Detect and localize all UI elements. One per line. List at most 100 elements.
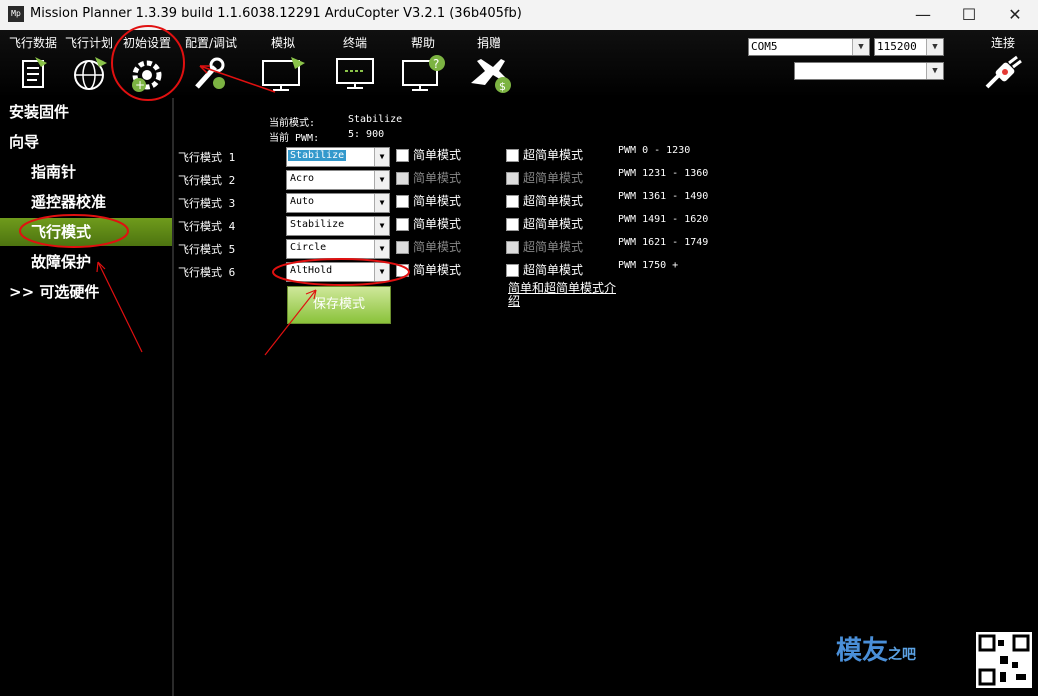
watermark-main-text: 模友	[836, 636, 889, 666]
mode-2-super-simple-label: 超简单模式	[523, 171, 584, 185]
setup-sidebar: 安装固件 向导 指南针 遥控器校准 飞行模式 故障保护 >> 可选硬件	[0, 98, 172, 696]
mode-4-pwm: PWM 1491 - 1620	[618, 214, 709, 225]
mode-1-value: Stabilize	[288, 150, 347, 161]
baud-select[interactable]: 115200 ▼	[874, 38, 944, 56]
port-value: COM5	[751, 40, 778, 53]
mode-1-simple-label: 简单模式	[413, 148, 462, 162]
mode-1-select[interactable]: Stabilize ▼	[286, 147, 390, 167]
mode-6-select[interactable]: AltHold ▼	[286, 262, 390, 282]
sidebar-item-install-firmware[interactable]: 安装固件	[0, 98, 172, 126]
mode-5-simple-label: 简单模式	[413, 240, 462, 254]
mode-6-simple-label: 简单模式	[413, 263, 462, 277]
current-pwm-value: 5: 900	[348, 129, 385, 140]
mode-3-select[interactable]: Auto ▼	[286, 193, 390, 213]
mode-5-super-simple-label: 超简单模式	[523, 240, 584, 254]
port-select[interactable]: COM5 ▼	[748, 38, 870, 56]
mode-6-super-simple-checkbox[interactable]	[506, 264, 519, 277]
connect-label: 连接	[990, 36, 1015, 50]
chevron-down-icon: ▼	[374, 217, 389, 235]
svg-text:$: $	[499, 80, 506, 93]
mode-4-simple-checkbox[interactable]	[396, 218, 409, 231]
mode-5-select[interactable]: Circle ▼	[286, 239, 390, 259]
mode-3-super-simple-checkbox[interactable]	[506, 195, 519, 208]
mode-3-pwm: PWM 1361 - 1490	[618, 191, 709, 202]
svg-text:+: +	[135, 78, 145, 92]
toolbar-flight-plan[interactable]: 飞行计划	[56, 30, 122, 98]
mode-6-super-simple-label: 超简单模式	[523, 263, 584, 277]
mode-4-super-simple-label: 超简单模式	[523, 217, 584, 231]
toolbar-simulation[interactable]: 模拟	[250, 30, 316, 98]
save-modes-button[interactable]: 保存模式	[287, 286, 391, 324]
maximize-button[interactable]: ☐	[946, 0, 992, 30]
mode-2-super-simple-checkbox[interactable]	[506, 172, 519, 185]
title-bar: Mp Mission Planner 1.3.39 build 1.1.6038…	[0, 0, 1038, 30]
mode-4-label: 飞行模式 4	[178, 220, 236, 233]
toolbar-help[interactable]: 帮助 ?	[390, 30, 456, 98]
mode-1-label: 飞行模式 1	[178, 151, 236, 164]
app-logo-icon: Mp	[8, 6, 24, 22]
connect-button[interactable]: 连接	[970, 30, 1036, 98]
mode-5-value: Circle	[290, 242, 327, 253]
config-tuning-wrench-icon	[195, 57, 225, 89]
sidebar-item-failsafe[interactable]: 故障保护	[0, 248, 172, 276]
help-monitor-icon: ?	[402, 55, 445, 91]
flight-data-icon	[22, 57, 47, 88]
mode-3-super-simple-label: 超简单模式	[523, 194, 584, 208]
mode-6-value: AltHold	[290, 265, 333, 276]
sidebar-item-wizard[interactable]: 向导	[0, 128, 172, 156]
current-mode-label: 当前模式:	[269, 118, 316, 129]
chevron-down-icon: ▼	[374, 263, 389, 281]
close-button[interactable]: ✕	[992, 0, 1038, 30]
simple-mode-help-link[interactable]: 简单和超简单模式介绍	[508, 282, 618, 308]
toolbar-initial-setup[interactable]: 初始设置 +	[114, 30, 180, 98]
window-title: Mission Planner 1.3.39 build 1.1.6038.12…	[30, 6, 522, 21]
terminal-monitor-icon	[336, 58, 374, 89]
sidebar-item-compass[interactable]: 指南针	[0, 158, 172, 186]
profile-select[interactable]: ▼	[794, 62, 944, 80]
toolbar-label: 初始设置	[122, 36, 171, 50]
toolbar-terminal[interactable]: 终端	[322, 30, 388, 98]
mode-2-label: 飞行模式 2	[178, 174, 236, 187]
chevron-down-icon: ▼	[852, 39, 869, 55]
mode-5-pwm: PWM 1621 - 1749	[618, 237, 709, 248]
mode-2-select[interactable]: Acro ▼	[286, 170, 390, 190]
mode-4-super-simple-checkbox[interactable]	[506, 218, 519, 231]
mode-1-super-simple-label: 超简单模式	[523, 148, 584, 162]
chevron-down-icon: ▼	[374, 194, 389, 212]
initial-setup-gear-icon: +	[132, 60, 162, 92]
mode-4-select[interactable]: Stabilize ▼	[286, 216, 390, 236]
minimize-button[interactable]: —	[900, 0, 946, 30]
mode-3-label: 飞行模式 3	[178, 197, 236, 210]
toolbar-config-tuning[interactable]: 配置/调试	[178, 30, 244, 98]
sidebar-item-flight-modes[interactable]: 飞行模式	[0, 218, 172, 246]
flight-plan-globe-icon	[74, 57, 107, 90]
watermark-sub-text: 之吧	[888, 647, 917, 663]
connect-plug-icon	[985, 55, 1022, 89]
mode-1-super-simple-checkbox[interactable]	[506, 149, 519, 162]
mode-2-simple-label: 简单模式	[413, 171, 462, 185]
mode-2-simple-checkbox[interactable]	[396, 172, 409, 185]
mode-5-label: 飞行模式 5	[178, 243, 236, 256]
chevron-down-icon: ▼	[926, 63, 943, 79]
mode-1-simple-checkbox[interactable]	[396, 149, 409, 162]
qr-code-icon	[976, 632, 1032, 688]
mode-5-super-simple-checkbox[interactable]	[506, 241, 519, 254]
toolbar-label: 捐赠	[476, 36, 501, 50]
chevron-down-icon: ▼	[374, 171, 389, 189]
svg-text:?: ?	[433, 57, 439, 71]
mode-6-simple-checkbox[interactable]	[396, 264, 409, 277]
sidebar-item-optional-hardware[interactable]: >> 可选硬件	[0, 278, 172, 306]
mode-6-pwm: PWM 1750 +	[618, 260, 679, 271]
sidebar-item-radio-calibration[interactable]: 遥控器校准	[0, 188, 172, 216]
toolbar-label: 模拟	[270, 36, 295, 50]
toolbar-label: 配置/调试	[184, 36, 238, 50]
mode-5-simple-checkbox[interactable]	[396, 241, 409, 254]
toolbar-donate[interactable]: 捐赠 $	[456, 30, 522, 98]
mode-3-simple-checkbox[interactable]	[396, 195, 409, 208]
baud-value: 115200	[877, 40, 917, 53]
flight-modes-panel: 当前模式: Stabilize 当前 PWM: 5: 900 飞行模式 1 St…	[174, 98, 1038, 696]
mode-3-simple-label: 简单模式	[413, 194, 462, 208]
mode-3-value: Auto	[290, 196, 315, 207]
chevron-down-icon: ▼	[926, 39, 943, 55]
chevron-down-icon: ▼	[374, 240, 389, 258]
